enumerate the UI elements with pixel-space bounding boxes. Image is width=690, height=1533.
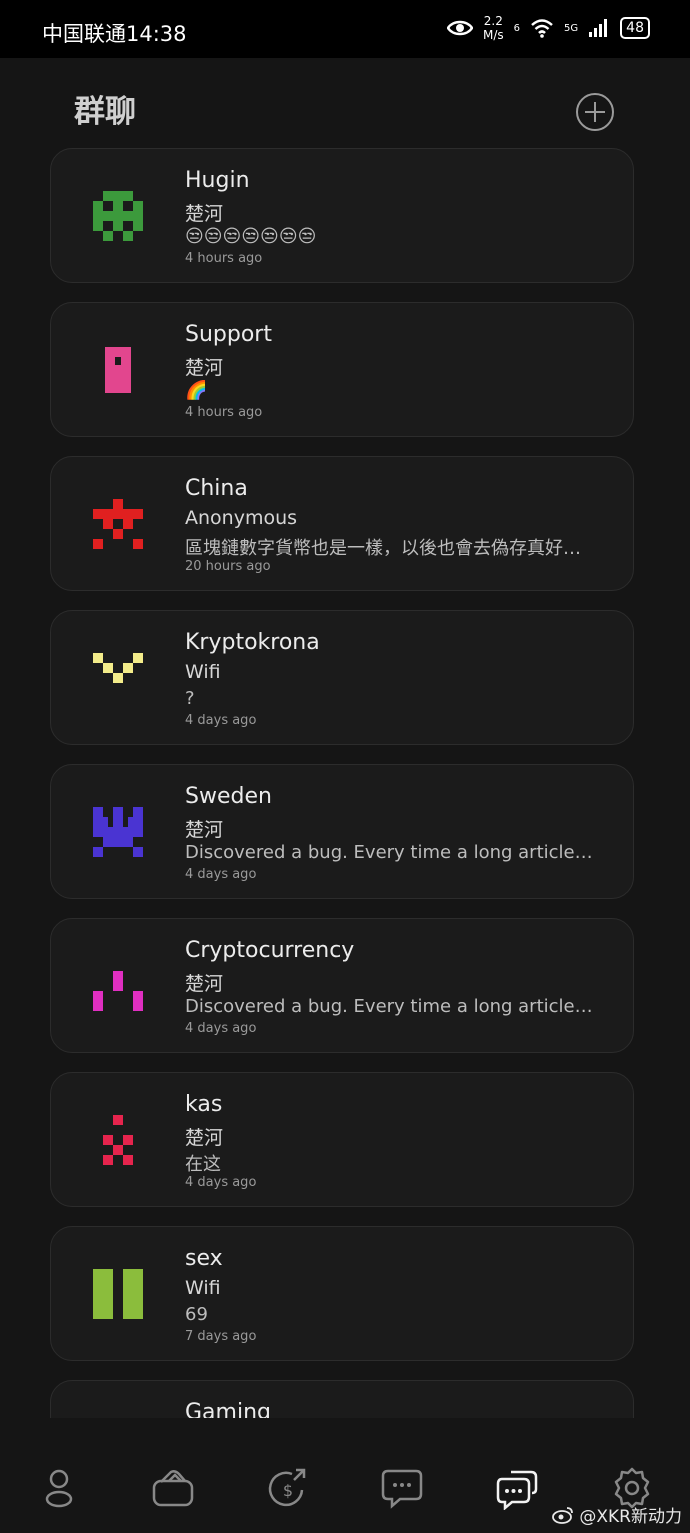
group-name: China — [185, 476, 248, 501]
plus-circle-icon — [576, 93, 614, 131]
speed-value: 2.2 — [483, 14, 503, 28]
speed-unit: M/s — [483, 28, 504, 42]
last-sender: Anonymous — [185, 507, 298, 529]
last-sender: 楚河 — [185, 973, 224, 995]
identicon-avatar — [93, 191, 143, 241]
last-message: 69 — [185, 1304, 208, 1325]
status-bar: 中国联通14:38 2.2 M/s 6 5G 48 — [0, 0, 690, 58]
nav-messages[interactable] — [380, 1466, 424, 1510]
message-time: 4 days ago — [185, 713, 257, 728]
group-avatar — [93, 653, 143, 703]
watermark: @XKR新动力 — [552, 1502, 682, 1527]
dollar-transfer-icon: $ — [268, 1468, 306, 1507]
last-message: Discovered a bug. Every time a long arti… — [185, 996, 593, 1017]
last-sender: 楚河 — [185, 819, 224, 841]
last-message: 在这 — [185, 1154, 221, 1175]
watermark-text: @XKR新动力 — [579, 1507, 682, 1527]
message-time: 4 days ago — [185, 1175, 257, 1190]
identicon-avatar — [93, 653, 143, 683]
group-list[interactable]: Hugin 楚河 😒😒😒😒😒😒😒 4 hours ago Support 楚河 … — [0, 146, 690, 1418]
identicon-avatar — [93, 499, 143, 549]
user-icon — [45, 1469, 73, 1508]
message-time: 4 days ago — [185, 1021, 257, 1036]
wallet-icon — [152, 1470, 194, 1507]
carrier-time: 中国联通14:38 — [42, 22, 187, 46]
page-title: 群聊 — [74, 94, 136, 130]
message-time: 4 hours ago — [185, 405, 263, 420]
group-name: Support — [185, 322, 272, 347]
message-time: 7 days ago — [185, 1329, 257, 1344]
group-avatar — [93, 1115, 143, 1165]
net-label-a: 6 — [513, 22, 521, 34]
net-label-b: 5G — [564, 22, 579, 34]
add-group-button[interactable] — [575, 92, 615, 132]
identicon-avatar — [93, 1269, 143, 1319]
group-name: Gaming — [185, 1400, 271, 1418]
group-card-kas[interactable]: kas 楚河 在这 4 days ago — [50, 1072, 634, 1207]
last-message: ? — [185, 688, 195, 709]
svg-text:$: $ — [283, 1481, 293, 1500]
last-message: 區塊鏈數字貨幣也是一樣，以後也會去偽存真好… — [185, 538, 581, 559]
network-speed: 2.2 M/s — [483, 14, 504, 42]
group-card-gaming[interactable]: Gaming — [50, 1380, 634, 1418]
eye-icon — [447, 20, 474, 36]
identicon-avatar — [93, 971, 143, 1011]
signal-icon — [589, 19, 608, 37]
chat-bubble-icon — [381, 1469, 423, 1509]
nav-group-chats[interactable] — [495, 1466, 539, 1510]
last-sender: 楚河 — [185, 357, 224, 379]
identicon-avatar — [103, 1115, 133, 1165]
group-name: kas — [185, 1092, 223, 1117]
battery-level: 48 — [620, 17, 650, 39]
group-name: Cryptocurrency — [185, 938, 355, 963]
last-sender: 楚河 — [185, 1127, 224, 1149]
group-card-hugin[interactable]: Hugin 楚河 😒😒😒😒😒😒😒 4 hours ago — [50, 148, 634, 283]
message-time: 4 hours ago — [185, 251, 263, 266]
group-card-support[interactable]: Support 楚河 🌈 4 hours ago — [50, 302, 634, 437]
last-sender: Wifi — [185, 661, 221, 683]
page-header: 群聊 — [0, 58, 690, 146]
group-chat-icon — [496, 1470, 538, 1510]
group-name: Hugin — [185, 168, 250, 193]
group-avatar — [93, 1269, 143, 1319]
group-card-china[interactable]: China Anonymous 區塊鏈數字貨幣也是一樣，以後也會去偽存真好… 2… — [50, 456, 634, 591]
last-message: Discovered a bug. Every time a long arti… — [185, 842, 593, 863]
group-avatar — [93, 345, 143, 395]
bottom-navigation: $ @XKR新动力 — [0, 1418, 690, 1533]
nav-wallet[interactable] — [151, 1466, 195, 1510]
group-avatar — [93, 807, 143, 857]
group-card-cryptocurrency[interactable]: Cryptocurrency 楚河 Discovered a bug. Ever… — [50, 918, 634, 1053]
group-name: Kryptokrona — [185, 630, 320, 655]
last-sender: Wifi — [185, 1277, 221, 1299]
identicon-avatar — [93, 807, 143, 857]
group-card-sweden[interactable]: Sweden 楚河 Discovered a bug. Every time a… — [50, 764, 634, 899]
nav-profile[interactable] — [37, 1466, 81, 1510]
group-name: sex — [185, 1246, 223, 1271]
message-time: 20 hours ago — [185, 559, 271, 574]
group-avatar — [93, 961, 143, 1011]
last-message: 😒😒😒😒😒😒😒 — [185, 226, 317, 247]
nav-transfer[interactable]: $ — [266, 1466, 310, 1510]
group-avatar — [93, 499, 143, 549]
identicon-avatar — [105, 347, 131, 393]
last-sender: 楚河 — [185, 203, 224, 225]
status-icons: 2.2 M/s 6 5G 48 — [447, 14, 650, 42]
weibo-icon — [552, 1506, 574, 1524]
message-time: 4 days ago — [185, 867, 257, 882]
group-avatar — [93, 191, 143, 241]
wifi-icon — [531, 19, 553, 38]
group-card-sex[interactable]: sex Wifi 69 7 days ago — [50, 1226, 634, 1361]
group-name: Sweden — [185, 784, 272, 809]
last-message: 🌈 — [185, 380, 208, 401]
group-card-kryptokrona[interactable]: Kryptokrona Wifi ? 4 days ago — [50, 610, 634, 745]
